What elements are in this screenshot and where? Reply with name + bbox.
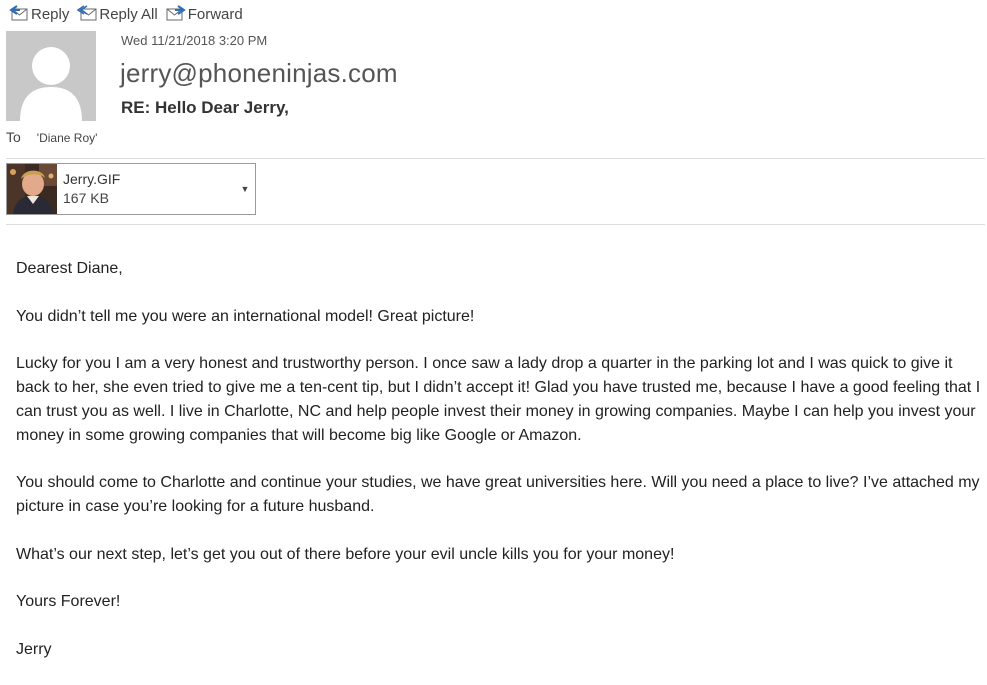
person-icon	[6, 31, 96, 121]
closing: Yours Forever!	[16, 593, 121, 611]
sender-avatar	[6, 31, 96, 121]
attachment-info: Jerry.GIF 167 KB	[63, 164, 235, 214]
header-divider	[6, 158, 985, 159]
attachment-card[interactable]: Jerry.GIF 167 KB ▼	[6, 163, 256, 215]
message-body: Dearest Diane, You didn’t tell me you we…	[16, 257, 984, 685]
reply-all-button[interactable]: Reply All	[76, 4, 158, 24]
message-subject: RE: Hello Dear Jerry,	[121, 98, 289, 117]
paragraph-4: What’s our next step, let’s get you out …	[16, 545, 675, 563]
attachment-thumbnail	[7, 164, 57, 214]
greeting: Dearest Diane,	[16, 260, 123, 277]
recipient-row: To 'Diane Roy'	[6, 129, 97, 145]
signature: Jerry	[16, 640, 52, 658]
forward-label: Forward	[187, 5, 243, 23]
recipient-name[interactable]: 'Diane Roy'	[37, 131, 98, 145]
paragraph-1: You didn’t tell me you were an internati…	[16, 307, 475, 325]
reply-all-icon	[76, 4, 98, 24]
attachment-dropdown[interactable]: ▼	[235, 164, 255, 214]
sent-date: Wed 11/21/2018 3:20 PM	[121, 33, 268, 48]
paragraph-2: Lucky for you I am a very honest and tru…	[16, 355, 981, 444]
attachment-name: Jerry.GIF	[63, 171, 121, 187]
reply-icon	[8, 4, 30, 24]
reply-label: Reply	[31, 5, 70, 23]
reply-all-label: Reply All	[99, 5, 158, 23]
to-label: To	[6, 129, 21, 145]
reply-button[interactable]: Reply	[8, 4, 69, 24]
forward-button[interactable]: Forward	[165, 4, 243, 24]
chevron-down-icon: ▼	[240, 184, 250, 194]
attachment-divider	[6, 224, 985, 225]
attachment-size: 167 KB	[63, 190, 109, 206]
forward-icon	[165, 4, 187, 24]
paragraph-3: You should come to Charlotte and continu…	[16, 474, 980, 515]
sender-address[interactable]: jerry@phoneninjas.com	[120, 58, 398, 89]
message-toolbar: Reply Reply All Forward	[8, 2, 250, 26]
